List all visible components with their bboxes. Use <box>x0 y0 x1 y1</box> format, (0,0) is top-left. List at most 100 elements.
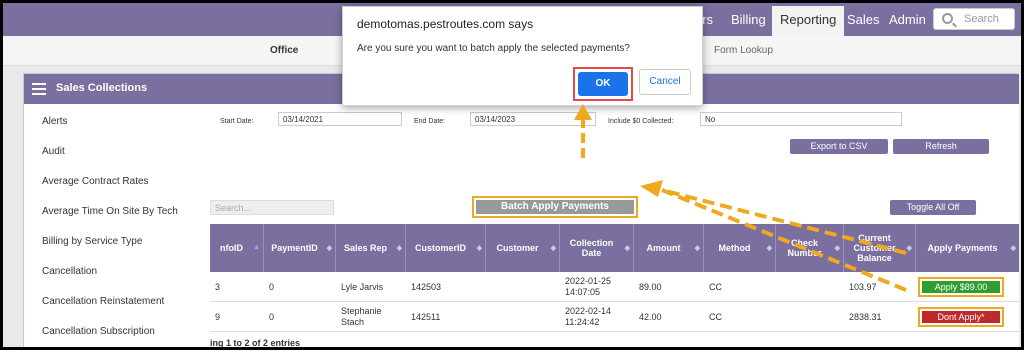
sidebar-item-cancellation-subscription[interactable]: Cancellation Subscription <box>42 326 155 337</box>
nav-item-reporting[interactable]: Reporting <box>772 6 845 36</box>
nav-item-sales[interactable]: Sales <box>847 12 880 27</box>
cell-paymentid: 0 <box>269 281 275 292</box>
sidebar-item-audit[interactable]: Audit <box>42 146 65 157</box>
sort-icon: ◆ <box>326 245 332 252</box>
cell-method: CC <box>709 281 722 292</box>
table-header: nfoID ▲ PaymentID ◆ Sales Rep ◆ CustomerID ◆… <box>210 224 1019 272</box>
col-header-current-balance[interactable]: Current Customer Balance ◆ <box>844 224 916 272</box>
sidebar-item-alerts[interactable]: Alerts <box>42 116 68 127</box>
cell-customerid: 142511 <box>411 311 441 322</box>
search-placeholder: Search <box>964 13 999 25</box>
col-header-label: Method <box>718 243 751 253</box>
table-info-text: ing 1 to 2 of 2 entries <box>210 338 301 347</box>
table-row: 3 0 Lyle Jarvis 142503 2022-01-25 14:07:… <box>210 272 1019 302</box>
toggle-all-off-button[interactable]: Toggle All Off <box>890 200 976 215</box>
cell-balance: 103.97 <box>849 281 877 292</box>
nav-item-admin[interactable]: Admin <box>889 12 926 27</box>
col-header-collection-date[interactable]: Collection Date ◆ <box>560 224 634 272</box>
apply-highlight: Apply $89.00 <box>918 277 1004 297</box>
sort-icon: ◆ <box>834 245 840 252</box>
batch-apply-button[interactable]: Batch Apply Payments <box>476 200 634 214</box>
col-header-amount[interactable]: Amount ◆ <box>634 224 704 272</box>
col-header-label: Sales Rep <box>343 243 388 253</box>
sidebar-item-cancellation-reinstatement[interactable]: Cancellation Reinstatement <box>42 296 164 307</box>
end-date-field[interactable]: 03/14/2023 <box>470 112 596 126</box>
hamburger-menu-icon[interactable] <box>32 83 46 95</box>
cell-paymentid: 0 <box>269 311 275 322</box>
cell-customer <box>486 272 560 302</box>
dialog-title: demotomas.pestroutes.com says <box>357 17 534 31</box>
nav-item-billing[interactable]: Billing <box>731 12 766 27</box>
col-header-label: CustomerID <box>414 243 466 253</box>
sort-icon: ◆ <box>694 245 700 252</box>
col-header-customer[interactable]: Customer ◆ <box>486 224 560 272</box>
dialog-message: Are you sure you want to batch apply the… <box>357 43 630 54</box>
col-header-apply-payments[interactable]: Apply Payments ◆ <box>916 224 1019 272</box>
subnav-office[interactable]: Office <box>270 45 298 56</box>
col-header-sales-rep[interactable]: Sales Rep ◆ <box>336 224 406 272</box>
cell-collection-date: 2022-01-25 14:07:05 <box>565 276 612 297</box>
report-content: Start Date: 03/14/2021 End Date: 03/14/2… <box>210 104 1019 347</box>
col-header-infoid[interactable]: nfoID ▲ <box>210 224 264 272</box>
cancel-button[interactable]: Cancel <box>639 69 691 95</box>
sidebar-item-billing-by-service-type[interactable]: Billing by Service Type <box>42 236 142 247</box>
sort-icon: ◆ <box>1010 245 1016 252</box>
sort-icon: ◆ <box>624 245 630 252</box>
search-input[interactable]: Search <box>933 8 1015 30</box>
col-header-label: Current Customer Balance <box>853 233 896 263</box>
search-icon <box>942 13 953 24</box>
report-sidebar: Alerts Audit Average Contract Rates Aver… <box>24 104 210 347</box>
sort-icon: ◆ <box>906 245 912 252</box>
col-header-label: nfoID <box>220 243 243 253</box>
sort-icon: ◆ <box>550 245 556 252</box>
sales-collections-panel: Sales Collections Alerts Audit Average C… <box>23 73 1019 347</box>
sidebar-item-cancellation[interactable]: Cancellation <box>42 266 97 277</box>
col-header-label: Customer <box>496 243 539 253</box>
ok-highlight: OK <box>573 67 633 101</box>
cell-infoid: 3 <box>215 281 221 292</box>
confirm-dialog: demotomas.pestroutes.com says Are you su… <box>342 6 703 106</box>
sort-icon: ◆ <box>476 245 482 252</box>
cell-balance: 2838.31 <box>849 311 882 322</box>
sort-icon: ◆ <box>766 245 772 252</box>
cell-amount: 89.00 <box>639 281 662 292</box>
end-date-label: End Date: <box>414 118 446 125</box>
sidebar-item-average-time-on-site[interactable]: Average Time On Site By Tech <box>42 206 178 217</box>
cell-check-number <box>776 272 844 302</box>
sort-asc-icon: ▲ <box>253 244 260 251</box>
col-header-label: Collection Date <box>569 238 614 258</box>
col-header-label: Apply Payments <box>927 243 998 253</box>
cell-infoid: 9 <box>215 311 221 322</box>
include-zero-label: Include $0 Collected: <box>608 118 674 125</box>
col-header-paymentid[interactable]: PaymentID ◆ <box>264 224 336 272</box>
ok-button[interactable]: OK <box>578 72 628 96</box>
sort-icon: ◆ <box>396 245 402 252</box>
dont-apply-highlight: Dont Apply* <box>918 307 1004 327</box>
cell-amount: 42.00 <box>639 311 662 322</box>
cell-sales-rep: Lyle Jarvis <box>341 281 384 292</box>
cell-collection-date: 2022-02-14 11:24:42 <box>565 306 612 327</box>
dont-apply-button[interactable]: Dont Apply* <box>922 311 1000 323</box>
col-header-customerid[interactable]: CustomerID ◆ <box>406 224 486 272</box>
apply-payment-button[interactable]: Apply $89.00 <box>922 281 1000 293</box>
table-search-input[interactable]: Search... <box>210 200 334 215</box>
batch-apply-highlight: Batch Apply Payments <box>472 196 638 218</box>
screenshot-frame: ers Billing Reporting Sales Admin Search… <box>3 3 1021 347</box>
col-header-label: Amount <box>646 243 681 253</box>
col-header-method[interactable]: Method ◆ <box>704 224 776 272</box>
col-header-check-number[interactable]: Check Number ◆ <box>776 224 844 272</box>
cell-sales-rep: Stephanie Stach <box>341 306 382 327</box>
refresh-button[interactable]: Refresh <box>893 139 989 154</box>
start-date-label: Start Date: <box>220 118 254 125</box>
cell-customer <box>486 302 560 332</box>
include-zero-select[interactable]: No <box>700 112 902 126</box>
export-csv-button[interactable]: Export to CSV <box>790 139 888 154</box>
panel-title: Sales Collections <box>56 82 148 94</box>
start-date-field[interactable]: 03/14/2021 <box>278 112 402 126</box>
subnav-form-lookup[interactable]: Form Lookup <box>714 45 773 56</box>
sidebar-item-average-contract-rates[interactable]: Average Contract Rates <box>42 176 149 187</box>
table-row: 9 0 Stephanie Stach 142511 2022-02-14 11… <box>210 302 1019 332</box>
cell-method: CC <box>709 311 722 322</box>
col-header-label: PaymentID <box>271 243 318 253</box>
cell-check-number <box>776 302 844 332</box>
